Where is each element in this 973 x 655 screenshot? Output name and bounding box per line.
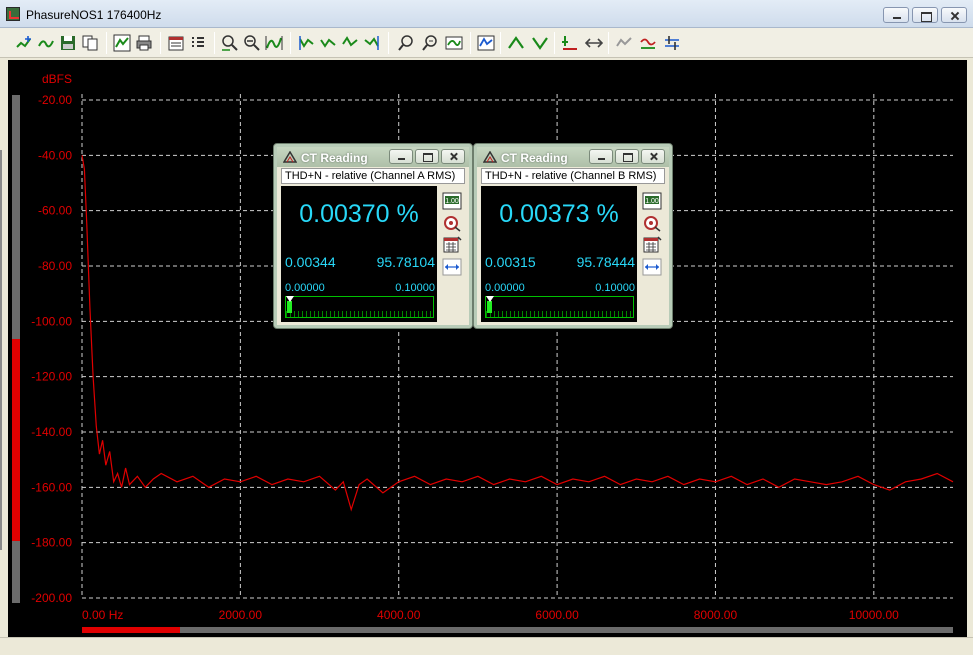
ct-level-meter bbox=[485, 296, 634, 318]
ct-title: CT Reading bbox=[501, 151, 568, 165]
ct-measurement-label: THD+N - relative (Channel A RMS) bbox=[281, 168, 465, 184]
ct-title-bar[interactable]: CT Reading bbox=[477, 147, 669, 167]
ct-close-button[interactable] bbox=[641, 149, 665, 164]
x-tick-label: 6000.00 bbox=[535, 608, 579, 622]
svg-text:1.00: 1.00 bbox=[645, 198, 659, 205]
ct-level-marker bbox=[486, 296, 494, 302]
ct-maximize-button[interactable] bbox=[415, 149, 439, 164]
y-tick-label: -100.00 bbox=[31, 314, 72, 328]
x-tick-label: 4000.00 bbox=[377, 608, 421, 622]
ct-value-2: 95.78104 bbox=[376, 254, 435, 270]
calculator-icon[interactable] bbox=[642, 236, 664, 256]
target-icon[interactable] bbox=[642, 214, 664, 234]
ct-level-meter bbox=[285, 296, 434, 318]
target-icon[interactable] bbox=[442, 214, 464, 234]
y-tick-label: -140.00 bbox=[31, 425, 72, 439]
ct-close-button[interactable] bbox=[441, 149, 465, 164]
y-tick-label: -160.00 bbox=[31, 480, 72, 494]
y-axis-label: dBFS bbox=[42, 72, 72, 86]
triangle-icon bbox=[483, 151, 497, 163]
ct-value-2: 95.78444 bbox=[576, 254, 635, 270]
ct-value-1: 0.00344 bbox=[285, 254, 336, 270]
ct-main-value: 0.00373 % bbox=[499, 200, 619, 228]
ct-title-bar[interactable]: CT Reading bbox=[277, 147, 469, 167]
ct-level-fill bbox=[287, 301, 292, 313]
resize-arrows-icon[interactable] bbox=[442, 258, 464, 278]
ct-title: CT Reading bbox=[301, 151, 368, 165]
y-tick-label: -20.00 bbox=[38, 93, 72, 107]
y-tick-label: -120.00 bbox=[31, 370, 72, 384]
digits-icon[interactable]: 1.00 bbox=[442, 192, 464, 212]
ct-level-marker bbox=[286, 296, 294, 302]
digits-icon[interactable]: 1.00 bbox=[642, 192, 664, 212]
ct-display: 0.00370 % 0.00344 95.78104 0.00000 0.100… bbox=[281, 186, 437, 322]
y-tick-label: -80.00 bbox=[38, 259, 72, 273]
x-tick-label: 2000.00 bbox=[219, 608, 263, 622]
y-ticks: -20.00 -40.00 -60.00 -80.00 -100.00 -120.00 -1… bbox=[31, 93, 72, 605]
ct-scale-max: 0.10000 bbox=[595, 282, 635, 294]
ct-minimize-button[interactable] bbox=[589, 149, 613, 164]
triangle-icon bbox=[283, 151, 297, 163]
y-tick-label: -180.00 bbox=[31, 536, 72, 550]
svg-text:1.00: 1.00 bbox=[445, 198, 459, 205]
ct-minimize-button[interactable] bbox=[389, 149, 413, 164]
ct-value-1: 0.00315 bbox=[485, 254, 536, 270]
ct-level-fill bbox=[487, 301, 492, 313]
calculator-icon[interactable] bbox=[442, 236, 464, 256]
x-tick-label: 10000.00 bbox=[849, 608, 899, 622]
x-tick-label: 0.00 Hz bbox=[82, 608, 123, 622]
y-tick-label: -60.00 bbox=[38, 204, 72, 218]
y-tick-label: -200.00 bbox=[31, 591, 72, 605]
ct-scale-min: 0.00000 bbox=[285, 282, 325, 294]
ct-measurement-label: THD+N - relative (Channel B RMS) bbox=[481, 168, 665, 184]
resize-arrows-icon[interactable] bbox=[642, 258, 664, 278]
ct-main-value: 0.00370 % bbox=[299, 200, 419, 228]
ct-reading-a-window: CT Reading THD+N - relative (Channel A R… bbox=[273, 143, 473, 329]
x-ticks: 0.00 Hz 2000.00 4000.00 6000.00 8000.00 10000… bbox=[82, 608, 899, 622]
x-tick-label: 8000.00 bbox=[694, 608, 738, 622]
ct-display: 0.00373 % 0.00315 95.78444 0.00000 0.100… bbox=[481, 186, 637, 322]
ct-maximize-button[interactable] bbox=[615, 149, 639, 164]
ct-reading-b-window: CT Reading THD+N - relative (Channel B R… bbox=[473, 143, 673, 329]
ct-scale-min: 0.00000 bbox=[485, 282, 525, 294]
y-tick-label: -40.00 bbox=[38, 148, 72, 162]
ct-scale-max: 0.10000 bbox=[395, 282, 435, 294]
